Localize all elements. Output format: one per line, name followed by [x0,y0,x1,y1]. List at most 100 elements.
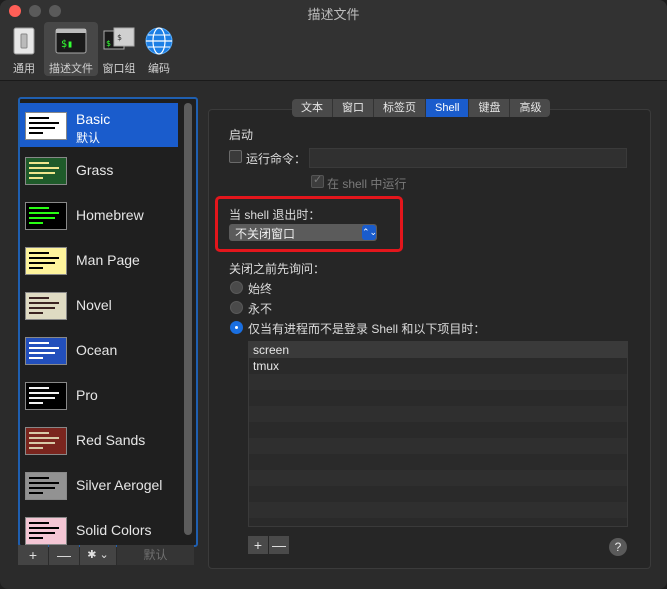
profile-name: Silver Aerogel [76,477,163,493]
remove-profile-button[interactable]: — [49,545,79,565]
svg-text:$: $ [117,33,122,42]
toolbar-window-groups[interactable]: $ $ 窗口组 [100,22,138,76]
thumbnail-text-line [29,122,59,124]
table-row [249,454,627,470]
table-row [249,486,627,502]
run-in-shell-checkbox[interactable] [311,173,324,188]
table-row[interactable]: tmux [249,358,627,374]
thumbnail-text-line [29,312,43,314]
profile-item-basic[interactable]: Basic 默认 [20,103,178,147]
thumbnail-text-line [29,127,55,129]
profile-item-ocean[interactable]: Ocean [20,328,178,372]
help-button[interactable]: ? [609,538,627,556]
thumbnail-text-line [29,537,43,539]
ask-never-radio[interactable] [230,301,243,314]
thumbnail-text-line [29,477,49,479]
profile-item-silver-aerogel[interactable]: Silver Aerogel [20,463,178,507]
thumbnail-text-line [29,162,49,164]
terminal-icon: $▮ [55,28,87,54]
table-row [249,470,627,486]
table-row [249,438,627,454]
title-bar: 描述文件 通用 $▮ 描述文件 $ $ 窗口组 编码 [0,0,667,81]
profile-name: Basic [76,111,111,127]
process-list-table[interactable]: screen tmux [248,341,628,527]
profile-item-pro[interactable]: Pro [20,373,178,417]
profile-name: Novel [76,297,112,313]
table-row [249,406,627,422]
thumbnail-text-line [29,307,55,309]
svg-text:$▮: $▮ [61,39,73,50]
profile-item-novel[interactable]: Novel [20,283,178,327]
profile-item-solid-colors[interactable]: Solid Colors [20,508,178,545]
add-profile-button[interactable]: + [18,545,48,565]
window-groups-icon: $ $ [103,27,135,50]
tab-window[interactable]: 窗口 [333,99,374,117]
toolbar-profiles-label: 描述文件 [49,63,93,75]
globe-icon [145,27,173,55]
ask-always-radio[interactable] [230,281,243,294]
tab-advanced[interactable]: 高级 [510,99,550,117]
tab-keyboard[interactable]: 键盘 [469,99,511,117]
profile-name: Ocean [76,342,118,358]
tab-shell[interactable]: Shell [426,99,470,117]
thumbnail-text-line [29,207,49,209]
thumbnail-text-line [29,167,59,169]
profile-thumbnail [25,112,67,140]
table-row [249,422,627,438]
tab-tab[interactable]: 标签页 [374,99,426,117]
profile-list-scrollbar[interactable] [184,103,192,535]
toolbar-window-groups-label: 窗口组 [102,63,136,75]
thumbnail-text-line [29,527,59,529]
run-command-field[interactable] [309,148,627,168]
run-in-shell-label: 在 shell 中运行 [327,177,407,191]
run-command-label: 运行命令： [246,152,307,166]
thumbnail-text-line [29,387,49,389]
profile-thumbnail [25,472,67,500]
remove-process-button[interactable]: — [269,536,289,554]
thumbnail-text-line [29,347,59,349]
add-process-button[interactable]: + [248,536,268,554]
toolbar-profiles[interactable]: $▮ 描述文件 [44,22,98,76]
ask-conditional-label: 仅当有进程而不是登录 Shell 和以下项目时： [248,322,486,336]
profile-name: Man Page [76,252,140,268]
tab-text[interactable]: 文本 [292,99,333,117]
profile-thumbnail [25,517,67,545]
window-title: 描述文件 [307,7,360,22]
settings-tabs: 文本 窗口 标签页 Shell 键盘 高级 [292,99,551,117]
run-command-checkbox[interactable] [229,150,242,163]
profile-item-grass[interactable]: Grass [20,148,178,192]
thumbnail-text-line [29,177,43,179]
profile-thumbnail [25,382,67,410]
thumbnail-text-line [29,357,43,359]
profile-name: Homebrew [76,207,144,223]
profile-list[interactable]: Basic 默认 Grass Homebrew Man Page Novel Ocean Pr… [18,97,198,547]
thumbnail-text-line [29,302,59,304]
thumbnail-text-line [29,257,59,259]
toolbar-encodings[interactable]: 编码 [142,22,176,76]
ask-conditional-radio[interactable] [230,321,243,334]
toolbar-general[interactable]: 通用 [6,22,42,76]
profile-name: Solid Colors [76,522,152,538]
profile-actions-gear-button[interactable]: ✱ ⌄ [80,545,116,565]
thumbnail-text-line [29,117,49,119]
profile-list-buttons: + — ✱ ⌄ 默认 [18,545,194,565]
profile-item-homebrew[interactable]: Homebrew [20,193,178,237]
profile-item-red-sands[interactable]: Red Sands [20,418,178,462]
thumbnail-text-line [29,172,55,174]
startup-heading: 启动 [229,128,254,142]
table-row [249,374,627,390]
profile-thumbnail [25,157,67,185]
profile-thumbnail [25,202,67,230]
profile-item-man-page[interactable]: Man Page [20,238,178,282]
table-row[interactable]: screen [249,342,627,358]
terminal-preferences-window: 描述文件 通用 $▮ 描述文件 $ $ 窗口组 编码 Basic 默认 Gras… [0,0,667,589]
thumbnail-text-line [29,267,43,269]
ask-always-label: 始终 [248,282,273,296]
thumbnail-text-line [29,442,55,444]
thumbnail-text-line [29,447,43,449]
set-default-profile-button[interactable]: 默认 [117,545,194,565]
ask-before-closing-heading: 关闭之前先询问： [229,262,326,276]
thumbnail-text-line [29,262,55,264]
thumbnail-text-line [29,217,55,219]
thumbnail-text-line [29,392,59,394]
